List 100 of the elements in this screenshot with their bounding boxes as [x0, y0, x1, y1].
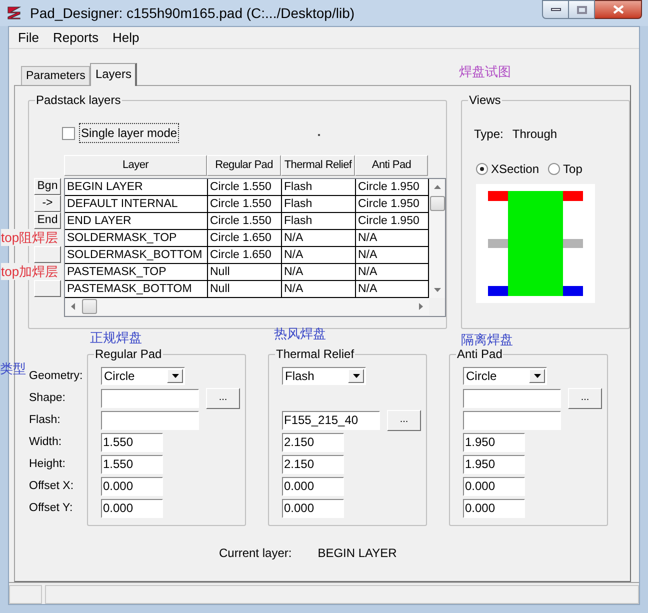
input-field[interactable]: F155_215_40: [282, 410, 380, 430]
current-layer-label: Current layer:: [219, 545, 292, 562]
input-field[interactable]: [463, 388, 561, 408]
input-field[interactable]: 0.000: [101, 498, 163, 518]
field-label: Width:: [29, 435, 63, 450]
input-field[interactable]: [101, 388, 199, 408]
annotation-text: 正规焊盘: [90, 330, 142, 345]
dot-mark: [318, 134, 320, 136]
dropdown[interactable]: Circle: [101, 367, 185, 385]
browse-button[interactable]: ...: [206, 388, 240, 408]
table-cell: N/A: [282, 247, 356, 264]
table-cell: N/A: [356, 247, 429, 264]
table-cell: END LAYER: [65, 213, 208, 230]
field-label: Offset X:: [29, 479, 75, 494]
field-label: Offset Y:: [29, 501, 74, 516]
dropdown-arrow-icon: [534, 374, 540, 378]
row-button[interactable]: [34, 280, 61, 297]
table-cell: N/A: [282, 230, 356, 247]
app-logo-icon: [6, 5, 22, 21]
input-field[interactable]: 1.950: [463, 454, 525, 474]
column-header[interactable]: Layer: [64, 155, 207, 176]
radio-label: Top: [563, 161, 582, 178]
scroll-thumb[interactable]: [82, 299, 97, 314]
table-cell: Flash: [282, 196, 356, 213]
table-cell: SOLDERMASK_TOP: [65, 230, 208, 247]
checkbox[interactable]: [62, 126, 75, 140]
input-field[interactable]: 0.000: [282, 476, 344, 496]
type-value: Through: [512, 126, 558, 143]
input-field[interactable]: 1.550: [101, 454, 163, 474]
row-button[interactable]: Bgn: [34, 178, 61, 195]
menu-item[interactable]: Help: [106, 28, 146, 48]
input-field[interactable]: [463, 410, 561, 430]
maximize-button[interactable]: [569, 0, 595, 19]
group-title: Padstack layers: [35, 93, 122, 107]
menu-item[interactable]: Reports: [46, 28, 104, 48]
table-cell: Circle 1.550: [208, 196, 282, 213]
table-cell: Circle 1.550: [208, 213, 282, 230]
table-cell: Circle 1.650: [208, 247, 282, 264]
radio-button[interactable]: [476, 163, 488, 175]
radio-label: XSection: [491, 161, 540, 178]
annotation-text: 隔离焊盘: [461, 332, 513, 347]
table-cell: Circle 1.950: [356, 179, 429, 196]
row-button[interactable]: ->: [34, 195, 61, 212]
input-field[interactable]: 0.000: [463, 498, 525, 518]
table-cell: PASTEMASK_BOTTOM: [65, 281, 208, 298]
group-title: Regular Pad: [94, 347, 163, 361]
annotation-text: 类型: [0, 361, 26, 376]
input-field[interactable]: 2.150: [282, 432, 344, 452]
group-title: Anti Pad: [456, 347, 504, 361]
input-field[interactable]: 1.950: [463, 432, 525, 452]
table-cell: N/A: [356, 264, 429, 281]
table-cell: DEFAULT INTERNAL: [65, 196, 208, 213]
column-header[interactable]: Thermal Relief: [281, 155, 355, 176]
input-field[interactable]: 0.000: [463, 476, 525, 496]
menu-item[interactable]: File: [12, 28, 45, 48]
table-cell: N/A: [356, 230, 429, 247]
column-header[interactable]: Anti Pad: [355, 155, 428, 176]
browse-button[interactable]: ...: [568, 388, 602, 408]
field-label: Flash:: [29, 413, 62, 428]
input-field[interactable]: [101, 410, 199, 430]
row-button[interactable]: [34, 246, 61, 263]
table-cell: Null: [208, 281, 282, 298]
dropdown-arrow-icon: [352, 374, 360, 378]
checkbox-label: Single layer mode: [79, 123, 180, 143]
column-header[interactable]: Regular Pad: [207, 155, 281, 176]
table-cell: N/A: [282, 281, 356, 298]
minimize-button[interactable]: [542, 0, 569, 19]
annotation-text: 焊盘试图: [459, 64, 511, 79]
vertical-scrollbar[interactable]: [429, 179, 445, 298]
field-label: Shape:: [29, 391, 66, 406]
close-button[interactable]: [595, 0, 642, 19]
input-field[interactable]: 0.000: [282, 498, 344, 518]
table-cell: PASTEMASK_TOP: [65, 264, 208, 281]
type-label: Type:: [474, 126, 504, 143]
radio-button[interactable]: [548, 163, 560, 175]
browse-button[interactable]: ...: [387, 410, 421, 430]
horizontal-scrollbar[interactable]: [65, 298, 429, 315]
group-title: Views: [468, 93, 502, 107]
dropdown[interactable]: Circle: [463, 367, 547, 385]
field-label: Height:: [29, 457, 66, 472]
table-cell: N/A: [356, 281, 429, 298]
table-cell: Circle 1.550: [208, 179, 282, 196]
input-field[interactable]: 0.000: [101, 476, 163, 496]
table-cell: Circle 1.650: [208, 230, 282, 247]
tab[interactable]: Parameters: [21, 66, 90, 85]
tab[interactable]: Layers: [90, 63, 138, 86]
dropdown[interactable]: Flash: [282, 367, 366, 385]
scroll-thumb[interactable]: [430, 196, 444, 211]
row-button[interactable]: End: [34, 212, 61, 229]
table-cell: BEGIN LAYER: [65, 179, 208, 196]
input-field[interactable]: 2.150: [282, 454, 344, 474]
annotation-text: 热风焊盘: [274, 326, 326, 341]
table-cell: SOLDERMASK_BOTTOM: [65, 247, 208, 264]
close-icon: [612, 5, 624, 14]
input-field[interactable]: 1.550: [101, 432, 163, 452]
window-title: Pad_Designer: c155h90m165.pad (C:.../Desktop/lib): [30, 4, 355, 23]
current-layer-value: BEGIN LAYER: [318, 545, 397, 562]
table-cell: Flash: [282, 179, 356, 196]
table-cell: Null: [208, 264, 282, 281]
status-pane: [9, 585, 42, 604]
